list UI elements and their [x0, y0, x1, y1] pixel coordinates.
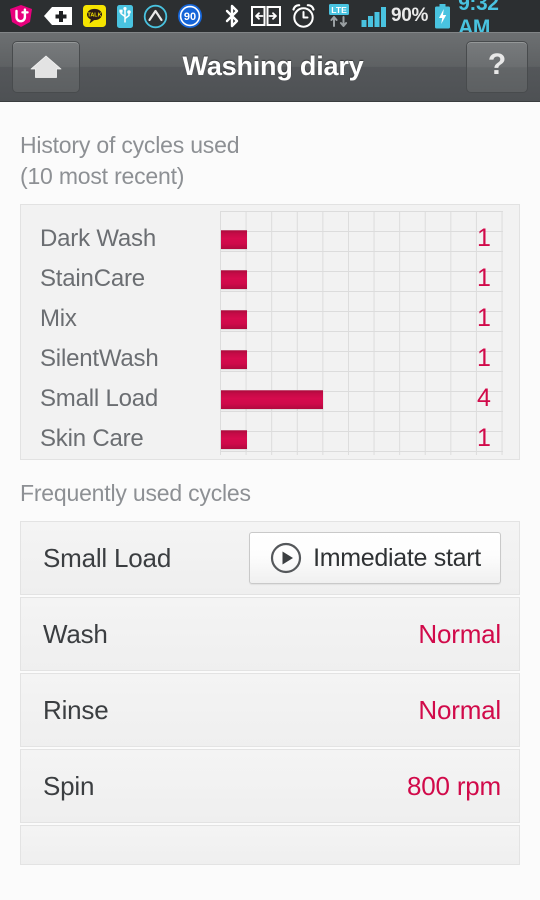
battery-percent-label: 90%	[391, 5, 429, 26]
status-bar-icons: TALK 90 LTE	[8, 3, 391, 29]
frequent-cycle-row-partial[interactable]	[20, 825, 520, 865]
plus-tag-icon	[44, 7, 72, 25]
frequent-cycle-name: Wash	[43, 618, 108, 649]
kakaotalk-icon: TALK	[83, 5, 106, 27]
immediate-start-label: Immediate start	[313, 543, 481, 572]
screen-share-icon	[251, 6, 281, 26]
frequent-heading: Frequently used cycles	[20, 480, 251, 506]
svg-text:90: 90	[184, 11, 196, 23]
chart-bar	[221, 229, 247, 249]
history-heading: History of cycles used (10 most recent)	[20, 102, 520, 192]
frequent-cycle-value: 800 rpm	[407, 770, 501, 801]
frequent-cycle-row[interactable]: Spin 800 rpm	[20, 749, 520, 823]
chart-bar-value: 1	[477, 344, 491, 372]
frequent-cycle-value: Normal	[418, 618, 501, 649]
home-icon	[30, 55, 62, 78]
history-chart-card: Dark Wash 1 StainCare 1 Mix 1 SilentWash 1 Small…	[20, 204, 520, 460]
signal-bars-icon	[361, 7, 386, 27]
page-title: Washing diary	[182, 51, 364, 81]
chart-row: Dark Wash	[21, 219, 519, 259]
history-heading-line2: (10 most recent)	[20, 163, 185, 189]
content-area: History of cycles used (10 most recent) …	[0, 102, 540, 900]
help-button[interactable]: ?	[466, 40, 528, 93]
help-label: ?	[487, 48, 507, 81]
chart-bar	[221, 349, 247, 369]
frequent-cycle-row[interactable]: Small Load Immediate start	[20, 521, 520, 595]
chart-row: Skin Care	[21, 419, 519, 459]
usb-debugging-icon	[117, 4, 133, 28]
immediate-start-button[interactable]: Immediate start	[249, 532, 501, 584]
history-heading-line1: History of cycles used	[20, 132, 240, 158]
chart-row: Mix	[21, 299, 519, 339]
uplus-carrier-icon	[10, 5, 32, 27]
svg-text:TALK: TALK	[88, 12, 102, 18]
frequent-cycle-name: Spin	[43, 770, 95, 801]
chart-row: SilentWash	[21, 339, 519, 379]
chart-bar	[221, 309, 247, 329]
play-circle-icon	[271, 542, 302, 574]
chart-bar-value: 1	[477, 224, 491, 252]
home-button[interactable]	[12, 40, 80, 93]
frequent-cycles-list: Small Load Immediate start Wash Normal Rinse…	[20, 521, 520, 865]
chart-bar	[221, 269, 247, 289]
frequent-cycle-name: Rinse	[43, 694, 109, 725]
chart-bar-value: 1	[477, 304, 491, 332]
chart-bar-value: 1	[477, 424, 491, 452]
frequent-cycle-row[interactable]: Rinse Normal	[20, 673, 520, 747]
status-bar[interactable]: TALK 90 LTE 90% 9:32 AM	[0, 0, 540, 39]
chart-category-label: Skin Care	[40, 425, 144, 452]
svg-text:LTE: LTE	[331, 5, 347, 15]
chart-bar-value: 4	[477, 384, 491, 412]
chart-row: StainCare	[21, 259, 519, 299]
chart-bar	[221, 429, 247, 449]
chart-category-label: SilentWash	[40, 345, 159, 372]
chart-bar-value: 1	[477, 264, 491, 292]
battery-charging-icon	[435, 3, 451, 28]
chart-bar	[221, 389, 324, 409]
history-bar-chart: Dark Wash 1 StainCare 1 Mix 1 SilentWash 1 Small…	[21, 205, 519, 459]
chart-category-label: StainCare	[40, 265, 145, 292]
frequent-cycle-name: Small Load	[43, 542, 172, 573]
bluetooth-icon	[225, 4, 239, 28]
chart-category-label: Small Load	[40, 385, 159, 412]
title-bar: Washing diary ?	[0, 32, 540, 102]
speed-90-icon: 90	[178, 4, 202, 28]
frequent-cycle-value: Normal	[418, 694, 501, 725]
alarm-clock-icon	[292, 4, 315, 28]
circle-arrow-up-icon	[143, 4, 168, 28]
lte-data-icon: LTE	[329, 4, 349, 27]
chart-category-label: Dark Wash	[40, 225, 156, 252]
frequent-cycle-row[interactable]: Wash Normal	[20, 597, 520, 671]
chart-category-label: Mix	[40, 305, 77, 332]
